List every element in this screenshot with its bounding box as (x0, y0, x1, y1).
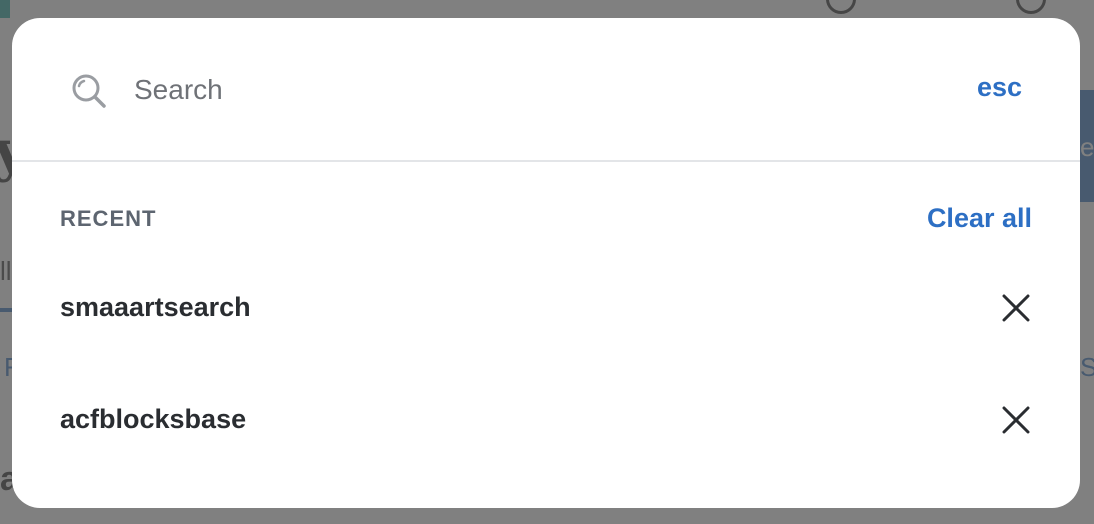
search-bar: esc (12, 18, 1080, 162)
close-icon[interactable] (998, 290, 1034, 326)
list-item[interactable]: smaaartsearch (12, 252, 1080, 364)
search-icon (72, 74, 106, 108)
list-item[interactable]: acfblocksbase (12, 364, 1080, 476)
recent-search-label[interactable]: smaaartsearch (60, 292, 251, 323)
esc-close-button[interactable]: esc (977, 72, 1022, 103)
recent-search-label[interactable]: acfblocksbase (60, 404, 246, 435)
search-input[interactable] (134, 68, 834, 112)
clear-all-button[interactable]: Clear all (927, 203, 1032, 234)
close-icon[interactable] (998, 402, 1034, 438)
search-modal: esc RECENT Clear all smaaartsearch acfbl… (12, 18, 1080, 508)
recent-section-title: RECENT (60, 206, 157, 231)
recent-searches-list: smaaartsearch acfblocksbase (12, 252, 1080, 476)
